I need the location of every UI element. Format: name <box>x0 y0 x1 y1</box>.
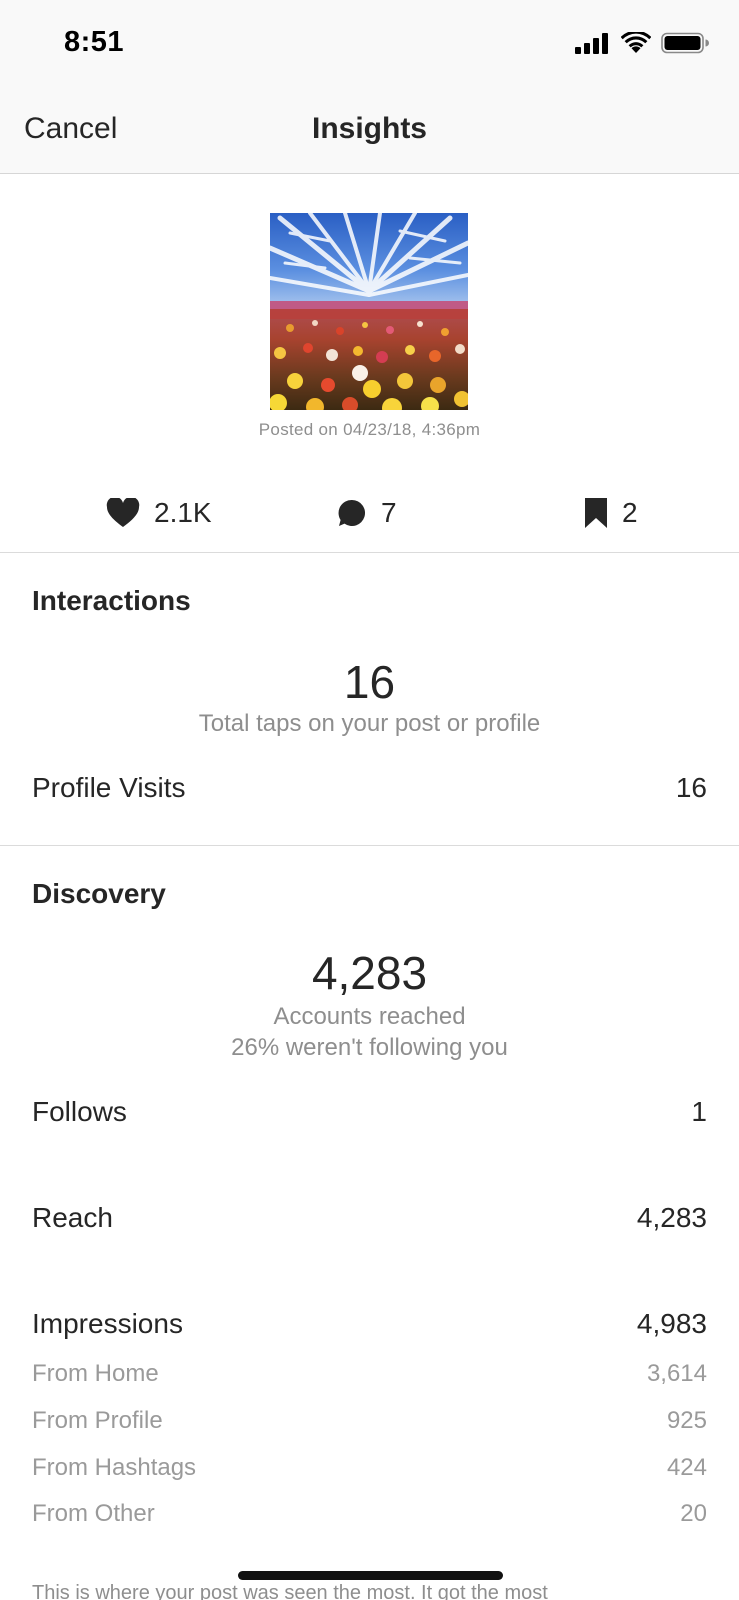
metric-value: 4,983 <box>636 1308 707 1339</box>
home-indicator[interactable] <box>238 1571 503 1580</box>
interactions-caption: Total taps on your post or profile <box>198 710 541 737</box>
not-following-caption: 26% weren't following you <box>231 1034 508 1061</box>
comments-stat: 7 <box>337 490 397 536</box>
metric-value: 4,283 <box>636 1202 707 1233</box>
status-bar: 8:51 <box>0 0 739 90</box>
saves-stat: 2 <box>584 490 638 536</box>
metric-value: 925 <box>666 1407 707 1434</box>
post-stats-row: 2.1K 7 2 <box>0 490 739 536</box>
post-date: Posted on 04/23/18, 4:36pm <box>258 420 481 439</box>
impression-source-row: From Profile 925 <box>32 1403 707 1439</box>
bookmark-icon <box>584 497 608 529</box>
status-icons <box>575 30 709 60</box>
discovery-title: Discovery <box>32 878 166 909</box>
metric-value: 1 <box>691 1096 707 1127</box>
comments-count: 7 <box>381 497 397 528</box>
heart-icon <box>106 498 140 528</box>
cellular-signal-icon <box>575 32 611 59</box>
metric-label: From Hashtags <box>32 1454 197 1481</box>
comment-bubble-icon <box>337 498 367 528</box>
likes-count: 2.1K <box>154 497 212 528</box>
divider <box>0 845 739 846</box>
metric-label: From Home <box>32 1360 159 1387</box>
page-title: Insights <box>311 112 427 145</box>
accounts-reached-caption: Accounts reached <box>273 1003 466 1030</box>
wifi-icon <box>620 30 652 59</box>
metric-label: Profile Visits <box>32 772 186 803</box>
impression-source-row: From Other 20 <box>32 1496 707 1532</box>
saves-count: 2 <box>622 497 638 528</box>
navigation-bar: Cancel Insights <box>0 90 739 174</box>
metric-label: Reach <box>32 1202 113 1233</box>
battery-icon <box>661 32 709 59</box>
interactions-total: 16 <box>343 656 396 708</box>
metric-value: 3,614 <box>646 1360 707 1387</box>
profile-visits-row: Profile Visits 16 <box>32 768 707 808</box>
status-time: 8:51 <box>64 26 125 58</box>
likes-stat: 2.1K <box>106 490 212 536</box>
follows-row: Follows 1 <box>32 1092 707 1132</box>
metric-label: From Other <box>32 1500 155 1527</box>
impression-source-row: From Home 3,614 <box>32 1356 707 1392</box>
impression-source-row: From Hashtags 424 <box>32 1450 707 1486</box>
post-thumbnail <box>270 213 468 410</box>
metric-label: Follows <box>32 1096 127 1127</box>
metric-value: 20 <box>680 1500 707 1527</box>
divider <box>0 552 739 553</box>
interactions-title: Interactions <box>32 585 191 616</box>
footer-note: This is where your post was seen the mos… <box>32 1582 548 1600</box>
metric-label: Impressions <box>32 1308 183 1339</box>
accounts-reached-number: 4,283 <box>311 947 428 999</box>
metric-value: 424 <box>666 1454 707 1481</box>
impressions-row: Impressions 4,983 <box>32 1304 707 1344</box>
reach-row: Reach 4,283 <box>32 1198 707 1238</box>
metric-label: From Profile <box>32 1407 163 1434</box>
metric-value: 16 <box>675 772 707 803</box>
